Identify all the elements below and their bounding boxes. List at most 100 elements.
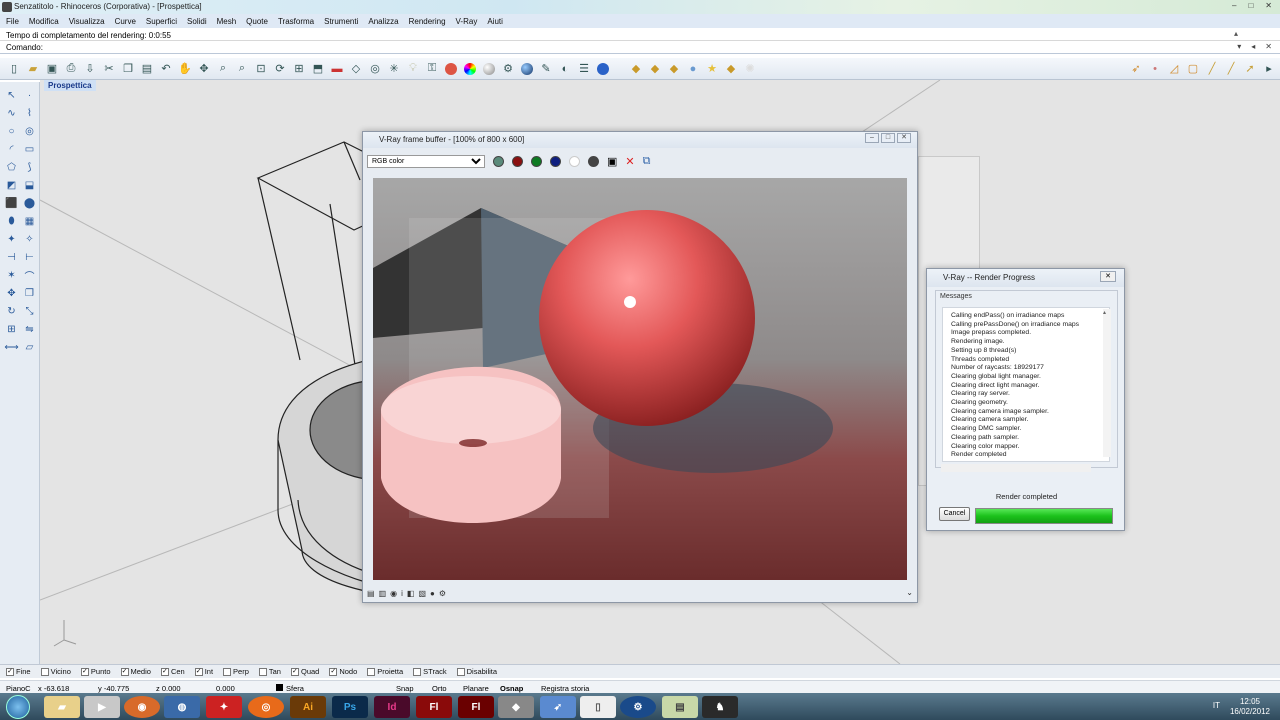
osnap-checkbox[interactable]: ✓	[329, 667, 338, 676]
print-icon[interactable]: ⎙	[63, 61, 79, 77]
osnap-checkbox[interactable]: ✓	[80, 667, 89, 676]
indesign-icon[interactable]: Id	[374, 696, 410, 718]
fillet-tool-icon[interactable]: ⌒	[22, 268, 37, 283]
network-icon[interactable]: ◍	[164, 696, 200, 718]
cancel-button[interactable]: Cancel	[939, 507, 970, 521]
save-image-icon[interactable]: ▣	[607, 155, 617, 168]
channel-select[interactable]: RGB color	[367, 154, 485, 168]
color-corrections-icon[interactable]: ●	[430, 589, 435, 598]
help-icon[interactable]	[595, 61, 611, 77]
zoom-icon[interactable]: ⌕	[215, 61, 231, 77]
tag-icon[interactable]: ◆	[647, 61, 663, 77]
menu-quote[interactable]: Quote	[246, 17, 268, 26]
explorer-icon[interactable]: ▰	[44, 696, 80, 718]
lens-effects-icon[interactable]: ◉	[390, 589, 397, 598]
dimension-tool-icon[interactable]: ⟷	[4, 340, 19, 355]
osnap-disabilita[interactable]: Disabilita	[456, 667, 497, 676]
current-layer[interactable]: Sfera	[286, 684, 304, 693]
layer-color-swatch[interactable]	[276, 684, 283, 691]
notes-icon[interactable]: ▤	[662, 696, 698, 718]
panel-pin-icon[interactable]: ◂	[1251, 42, 1255, 51]
osnap-medio[interactable]: ✓ Medio	[120, 667, 151, 676]
split-tool-icon[interactable]: ✧	[22, 232, 37, 247]
illustrator-icon[interactable]: Ai	[290, 696, 326, 718]
osnap-checkbox[interactable]	[367, 667, 376, 676]
circle-tool-icon[interactable]: ○	[4, 124, 19, 139]
scroll-down-icon[interactable]: ▾	[1237, 42, 1241, 51]
explode-tool-icon[interactable]: ✶	[4, 268, 19, 283]
osnap-punto[interactable]: ✓ Punto	[80, 667, 111, 676]
menu-aiuti[interactable]: Aiuti	[487, 17, 503, 26]
boolean-tool-icon[interactable]: ✦	[4, 232, 19, 247]
options-dropdown-icon[interactable]: ▸	[1261, 61, 1277, 77]
sphere-tool-icon[interactable]: ⬤	[22, 196, 37, 211]
box-tool-icon[interactable]: ⬛	[4, 196, 19, 211]
rotate-view-icon[interactable]: ⟳	[272, 61, 288, 77]
menu-solidi[interactable]: Solidi	[187, 17, 207, 26]
pencil-icon[interactable]: ➶	[1128, 61, 1144, 77]
green-channel-icon[interactable]	[531, 155, 542, 167]
photoshop-icon[interactable]: Ps	[332, 696, 368, 718]
planare-toggle[interactable]: Planare	[463, 684, 489, 693]
perspective-icon[interactable]: ◇	[348, 61, 364, 77]
mirror-tool-icon[interactable]: ⇋	[22, 322, 37, 337]
menu-trasforma[interactable]: Trasforma	[278, 17, 314, 26]
polyline-tool-icon[interactable]: ⌇	[22, 106, 37, 121]
language-indicator[interactable]: IT	[1213, 701, 1220, 710]
menu-superfici[interactable]: Superfici	[146, 17, 177, 26]
rotate-tool-icon[interactable]: ↻	[4, 304, 19, 319]
expand-chevron-icon[interactable]: ⌄	[906, 588, 913, 597]
lock-icon[interactable]: ⚿	[424, 61, 440, 77]
curve-tool-icon[interactable]: ∿	[4, 106, 19, 121]
compare-icon[interactable]: ◧	[407, 589, 415, 598]
osnap-checkbox[interactable]: ✓	[6, 667, 14, 676]
duplicate-vfb-icon[interactable]: ⧉	[643, 155, 651, 168]
scroll-up-icon[interactable]: ▴	[1234, 29, 1238, 38]
line-icon[interactable]: ╱	[1223, 61, 1239, 77]
osnap-cen[interactable]: ✓ Cen	[160, 667, 185, 676]
levels-icon[interactable]: ▥	[379, 589, 387, 598]
document-icon[interactable]: ▯	[580, 696, 616, 718]
osnap-toggle[interactable]: Osnap	[500, 684, 523, 693]
clear-image-icon[interactable]: ✕	[625, 155, 634, 168]
material-icon[interactable]	[443, 61, 459, 77]
menu-visualizza[interactable]: Visualizza	[69, 17, 105, 26]
point-tool-icon[interactable]: ·	[22, 88, 37, 103]
select-arrow-icon[interactable]: ↖	[4, 88, 19, 103]
render-image[interactable]	[373, 178, 907, 580]
menu-mesh[interactable]: Mesh	[217, 17, 237, 26]
viewport-label[interactable]: Prospettica	[44, 80, 96, 91]
progress-close-button[interactable]: ✕	[1100, 271, 1116, 282]
menu-modifica[interactable]: Modifica	[29, 17, 59, 26]
polygon-icon[interactable]: ◿	[1166, 61, 1182, 77]
text-tool-icon[interactable]: ▱	[22, 340, 37, 355]
copy-icon[interactable]: ❐	[120, 61, 136, 77]
rhino-icon[interactable]: ◆	[498, 696, 534, 718]
game-icon[interactable]: ♞	[702, 696, 738, 718]
freeform-tool-icon[interactable]: ⟆	[22, 160, 37, 175]
cylinder-tool-icon[interactable]: ⬮	[4, 214, 19, 229]
osnap-checkbox[interactable]	[413, 667, 422, 676]
arc-tool-icon[interactable]: ◜	[4, 142, 19, 157]
cursor-app-icon[interactable]: ➶	[540, 696, 576, 718]
join-tool-icon[interactable]: ⊢	[22, 250, 37, 265]
new-file-icon[interactable]: ▯	[6, 61, 22, 77]
osnap-nodo[interactable]: ✓ Nodo	[329, 667, 357, 676]
move-view-icon[interactable]: ✥	[196, 61, 212, 77]
globe-icon[interactable]: ●	[685, 61, 701, 77]
history-icon[interactable]: ▤	[367, 589, 375, 598]
settings-icon[interactable]: ⚙	[439, 589, 446, 598]
osnap-checkbox[interactable]	[258, 667, 267, 676]
curve-icon[interactable]: ╱	[1204, 61, 1220, 77]
tag-icon[interactable]: ◆	[628, 61, 644, 77]
color-wheel-icon[interactable]	[462, 61, 478, 77]
sphere-icon[interactable]	[481, 61, 497, 77]
osnap-vicino[interactable]: Vicino	[40, 667, 71, 676]
rendering-icon[interactable]: ◐	[557, 61, 573, 77]
copy-tool-icon[interactable]: ❐	[22, 286, 37, 301]
menu-rendering[interactable]: Rendering	[409, 17, 446, 26]
options-icon[interactable]: ☰	[576, 61, 592, 77]
vfb-close-button[interactable]: ✕	[897, 133, 911, 143]
settings-gear-icon[interactable]: ⚙	[500, 61, 516, 77]
menu-vray[interactable]: V-Ray	[456, 17, 478, 26]
